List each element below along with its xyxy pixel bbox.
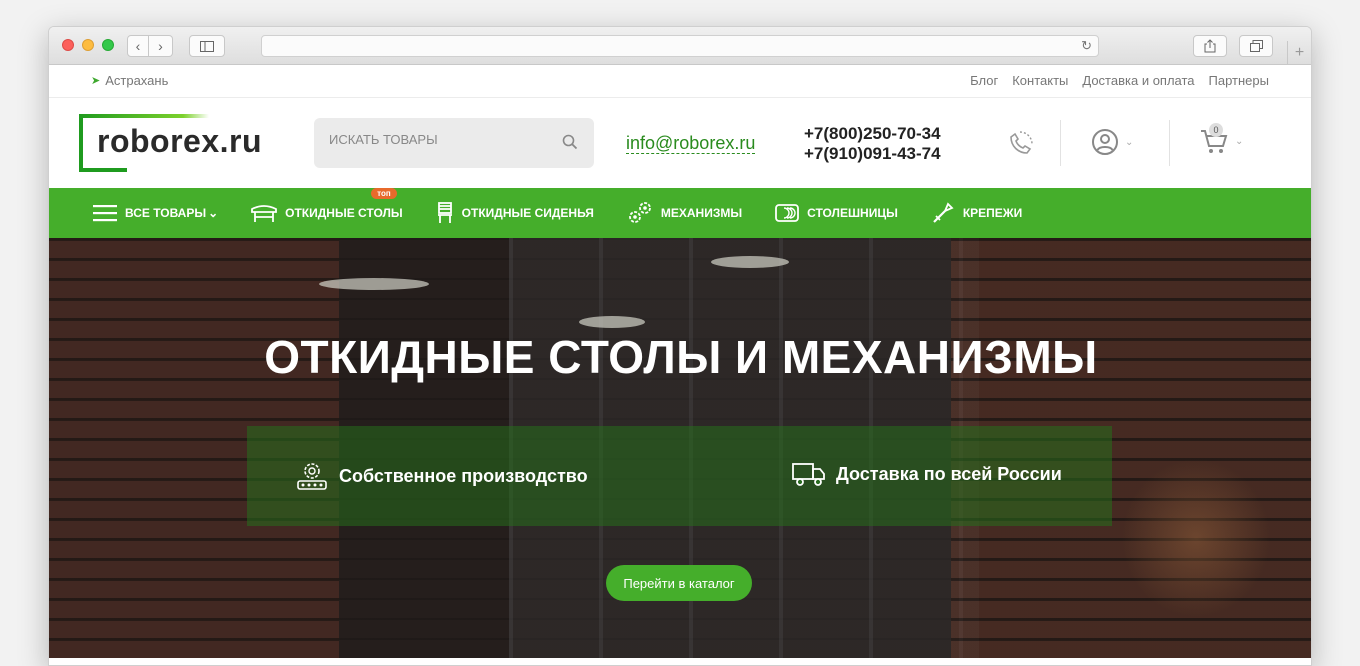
catalog-button[interactable]: Перейти в каталог — [606, 565, 752, 601]
header-divider — [1060, 120, 1061, 166]
menu-label: СТОЛЕШНИЦЫ — [807, 206, 898, 220]
plus-icon: + — [1294, 44, 1305, 61]
menu-folding-tables[interactable]: ОТКИДНЫЕ СТОЛЫ топ — [251, 188, 403, 223]
menu-tabletops[interactable]: СТОЛЕШНИЦЫ — [775, 203, 898, 223]
link-partners[interactable]: Партнеры — [1209, 73, 1269, 88]
address-bar[interactable]: ↻ — [261, 35, 1099, 57]
hero-lamp — [319, 278, 429, 290]
minimize-window-button[interactable] — [82, 39, 94, 51]
chevron-down-icon: ⌄ — [208, 206, 219, 220]
hero-banner: ОТКИДНЫЕ СТОЛЫ И МЕХАНИЗМЫ Собственное п… — [49, 238, 1311, 658]
truck-icon — [792, 463, 825, 486]
user-icon — [1092, 129, 1118, 155]
new-tab-button[interactable]: + — [1287, 41, 1311, 65]
menu-folding-seats[interactable]: ОТКИДНЫЕ СИДЕНЬЯ — [436, 202, 594, 224]
cart-count-badge: 0 — [1209, 123, 1223, 137]
zoom-window-button[interactable] — [102, 39, 114, 51]
factory-gear-icon — [297, 463, 327, 490]
search-box — [314, 118, 594, 168]
chevron-down-icon: ⌄ — [1235, 135, 1244, 147]
reload-icon[interactable]: ↻ — [1081, 38, 1092, 54]
tabletop-icon — [775, 204, 800, 222]
browser-toolbar: ‹ › ↻ + — [49, 27, 1311, 65]
feature-production-label: Собственное производство — [339, 465, 588, 486]
email-link[interactable]: info@roborex.ru — [626, 133, 756, 154]
menu-fasteners[interactable]: КРЕПЕЖИ — [931, 201, 1022, 225]
city-selector[interactable]: ➤ Астрахань — [91, 73, 168, 88]
phone-1[interactable]: +7(800)250-70-34 — [804, 124, 941, 144]
account-menu[interactable]: ⌄ — [1091, 128, 1133, 156]
link-contacts[interactable]: Контакты — [1012, 73, 1068, 88]
table-icon — [251, 205, 278, 222]
share-button[interactable] — [1193, 35, 1227, 57]
site-logo[interactable]: roborex.ru — [79, 114, 279, 172]
sidebar-toggle-button[interactable] — [189, 35, 225, 57]
hero-title: ОТКИДНЫЕ СТОЛЫ И МЕХАНИЗМЫ — [264, 331, 1098, 383]
features-panel: Собственное производство Доставка по все… — [247, 426, 1112, 526]
phone-numbers: +7(800)250-70-34 +7(910)091-43-74 — [804, 124, 941, 164]
tools-icon — [933, 202, 954, 223]
gears-icon — [628, 202, 651, 223]
search-icon[interactable] — [562, 134, 578, 150]
top-links: Блог Контакты Доставка и оплата Партнеры — [970, 73, 1269, 88]
menu-label: МЕХАНИЗМЫ — [660, 206, 743, 220]
menu-label: ОТКИДНЫЕ СИДЕНЬЯ — [461, 206, 594, 220]
chevron-down-icon: ⌄ — [1125, 136, 1134, 148]
share-icon — [1204, 39, 1216, 53]
browser-window: ‹ › ↻ + ➤ Астрахань Блог Контакты Достав… — [48, 26, 1312, 666]
link-delivery[interactable]: Доставка и оплата — [1082, 73, 1194, 88]
main-menu: ВСЕ ТОВАРЫ ⌄ ОТКИДНЫЕ СТОЛЫ топ ОТКИДНЫЕ … — [49, 188, 1311, 238]
menu-label: ОТКИДНЫЕ СТОЛЫ — [285, 206, 403, 220]
feature-delivery: Доставка по всей России — [792, 460, 1062, 488]
menu-label: ВСЕ ТОВАРЫ — [125, 206, 207, 220]
header-divider — [1169, 120, 1170, 166]
callback-phone-icon[interactable] — [1004, 128, 1036, 160]
hamburger-icon — [93, 205, 117, 222]
hero-lamp — [579, 316, 645, 328]
feature-delivery-label: Доставка по всей России — [836, 463, 1062, 484]
hero-background-glow — [1121, 458, 1271, 618]
feature-production: Собственное производство — [295, 460, 588, 492]
forward-button[interactable]: › — [149, 35, 173, 57]
search-input[interactable] — [329, 132, 549, 147]
menu-all-products[interactable]: ВСЕ ТОВАРЫ ⌄ — [93, 204, 218, 222]
sidebar-icon — [200, 40, 214, 52]
tabs-icon — [1249, 40, 1263, 52]
close-window-button[interactable] — [62, 39, 74, 51]
phone-2[interactable]: +7(910)091-43-74 — [804, 144, 941, 164]
site-header: roborex.ru info@roborex.ru +7(800)250-70… — [49, 98, 1311, 188]
city-label: Астрахань — [105, 73, 169, 88]
chevron-right-icon: › — [158, 38, 163, 54]
hero-lamp — [711, 256, 789, 268]
chair-icon — [437, 202, 452, 223]
cart-menu[interactable]: 0 ⌄ — [1199, 123, 1244, 156]
menu-label: КРЕПЕЖИ — [962, 206, 1023, 220]
top-bar: ➤ Астрахань Блог Контакты Доставка и опл… — [49, 65, 1311, 98]
location-arrow-icon: ➤ — [91, 75, 101, 87]
chevron-left-icon: ‹ — [135, 38, 141, 54]
logo-text: roborex.ru — [97, 123, 263, 159]
menu-mechanisms[interactable]: МЕХАНИЗМЫ — [627, 201, 742, 225]
top-badge: топ — [371, 188, 397, 199]
link-blog[interactable]: Блог — [970, 73, 998, 88]
tabs-overview-button[interactable] — [1239, 35, 1273, 57]
back-button[interactable]: ‹ — [127, 35, 149, 57]
